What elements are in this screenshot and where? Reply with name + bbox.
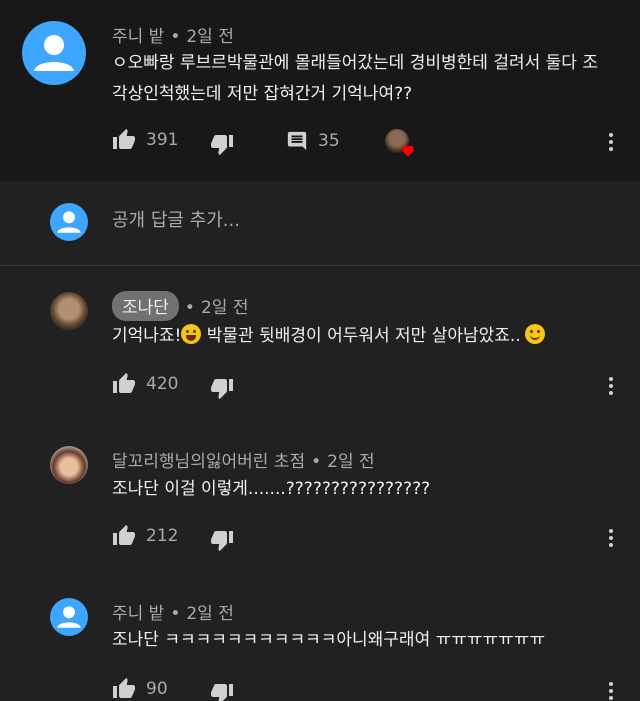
like-button[interactable]: 420 xyxy=(112,372,178,396)
comment-meta: 주니 밭 • 2일 전 xyxy=(112,27,234,47)
laughing-emoji-icon xyxy=(181,324,202,344)
like-button[interactable]: 212 xyxy=(112,524,178,548)
thumb-up-icon xyxy=(113,373,135,393)
reply-text: 조나단 이걸 이렇게.......???????????????? xyxy=(112,479,431,499)
reply-input-area xyxy=(0,181,640,266)
more-options-icon[interactable] xyxy=(605,130,617,154)
thumb-up-icon xyxy=(113,678,135,698)
like-count: 420 xyxy=(146,374,179,394)
thumb-up-icon xyxy=(113,525,135,545)
avatar[interactable] xyxy=(50,446,88,484)
thumb-down-icon xyxy=(211,379,233,399)
like-count: 90 xyxy=(146,679,168,699)
default-avatar-icon xyxy=(57,606,81,628)
dislike-button[interactable] xyxy=(210,528,234,552)
reply-meta: 조나단 • 2일 전 xyxy=(112,291,248,321)
more-options-icon[interactable] xyxy=(605,374,617,398)
author-name[interactable]: 주니 밭 xyxy=(112,27,164,47)
heart-icon xyxy=(402,145,414,157)
reply-count: 35 xyxy=(318,131,340,151)
reply-text: 기억나죠! 박물관 뒷배경이 어두워서 저만 살아남았죠.. xyxy=(112,321,545,352)
thumb-down-icon xyxy=(211,135,233,155)
thumb-down-icon xyxy=(211,531,233,551)
author-name[interactable]: 달꼬리행님의잃어버린 초점 xyxy=(112,452,305,472)
avatar[interactable] xyxy=(22,21,86,85)
user-avatar xyxy=(50,203,88,241)
more-options-icon[interactable] xyxy=(605,679,617,701)
thumb-up-icon xyxy=(113,129,135,149)
comment-icon xyxy=(287,131,307,151)
timestamp[interactable]: 2일 전 xyxy=(186,604,234,624)
timestamp[interactable]: 2일 전 xyxy=(201,298,249,318)
comment-text-line1: ㅇ오빠랑 루브르박물관에 몰래들어갔는데 경비병한테 걸려서 둘다 조 xyxy=(112,53,598,73)
comment-text-line2: 각상인척했는데 저만 잡혀간거 기억나여?? xyxy=(112,84,413,104)
like-button[interactable]: 391 xyxy=(112,128,178,152)
dislike-button[interactable] xyxy=(210,376,234,400)
dislike-button[interactable] xyxy=(210,681,234,701)
avatar[interactable] xyxy=(50,292,88,330)
avatar[interactable] xyxy=(50,598,88,636)
reply-text-part: 기억나죠! xyxy=(112,326,182,346)
timestamp[interactable]: 2일 전 xyxy=(327,452,375,472)
more-options-icon[interactable] xyxy=(605,526,617,550)
reply-meta: 주니 밭 • 2일 전 xyxy=(112,604,234,624)
author-name[interactable]: 주니 밭 xyxy=(112,604,164,624)
dislike-button[interactable] xyxy=(210,132,234,156)
reply-input[interactable]: 공개 답글 추가... xyxy=(112,206,240,232)
like-button[interactable]: 90 xyxy=(112,677,168,701)
like-count: 391 xyxy=(146,130,179,150)
like-count: 212 xyxy=(146,526,179,546)
default-avatar-icon xyxy=(57,211,81,233)
reply-text: 조나단 ㅋㅋㅋㅋㅋㅋㅋㅋㅋㅋㅋ아니왜구래여 ㅠㅠㅠㅠㅠㅠㅠ xyxy=(112,630,546,650)
reply-text-part: 박물관 뒷배경이 어두워서 저만 살아남았죠.. xyxy=(201,326,521,346)
timestamp[interactable]: 2일 전 xyxy=(186,27,234,47)
reply-count-button[interactable]: 35 xyxy=(286,130,340,152)
smile-emoji-icon xyxy=(524,324,545,344)
default-avatar-icon xyxy=(34,35,74,71)
author-name[interactable]: 조나단 xyxy=(112,291,179,321)
reply-meta: 달꼬리행님의잃어버린 초점 • 2일 전 xyxy=(112,452,375,472)
thumb-down-icon xyxy=(211,684,233,701)
